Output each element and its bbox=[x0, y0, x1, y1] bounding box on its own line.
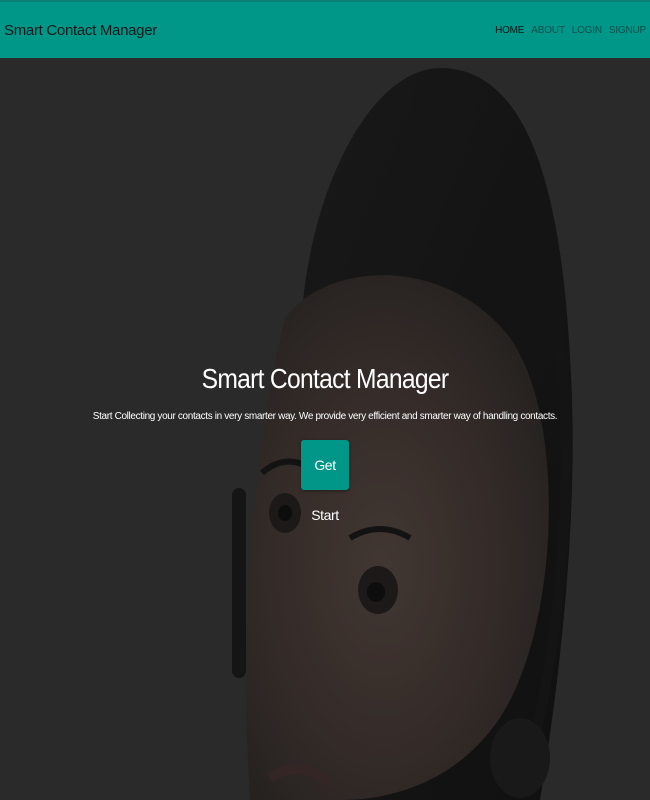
hero-banner: Smart Contact Manager Start Collecting y… bbox=[0, 58, 650, 800]
page: Smart Contact Manager HOME ABOUT LOGIN S… bbox=[0, 0, 650, 800]
top-navbar: Smart Contact Manager HOME ABOUT LOGIN S… bbox=[0, 0, 650, 58]
nav-about-link[interactable]: ABOUT bbox=[531, 25, 565, 36]
nav-signup-link[interactable]: SIGNUP bbox=[609, 25, 646, 36]
nav-login-link[interactable]: LOGIN bbox=[572, 25, 602, 36]
nav-home-link[interactable]: HOME bbox=[495, 25, 524, 36]
hero-title: Smart Contact Manager bbox=[201, 363, 450, 394]
get-start-button[interactable]: Get Start bbox=[301, 440, 349, 523]
hero-subtitle: Start Collecting your contacts in very s… bbox=[92, 411, 558, 422]
nav-links: HOME ABOUT LOGIN SIGNUP bbox=[495, 25, 650, 36]
brand-link[interactable]: Smart Contact Manager bbox=[0, 22, 157, 39]
hero-content: Smart Contact Manager Start Collecting y… bbox=[0, 363, 650, 525]
